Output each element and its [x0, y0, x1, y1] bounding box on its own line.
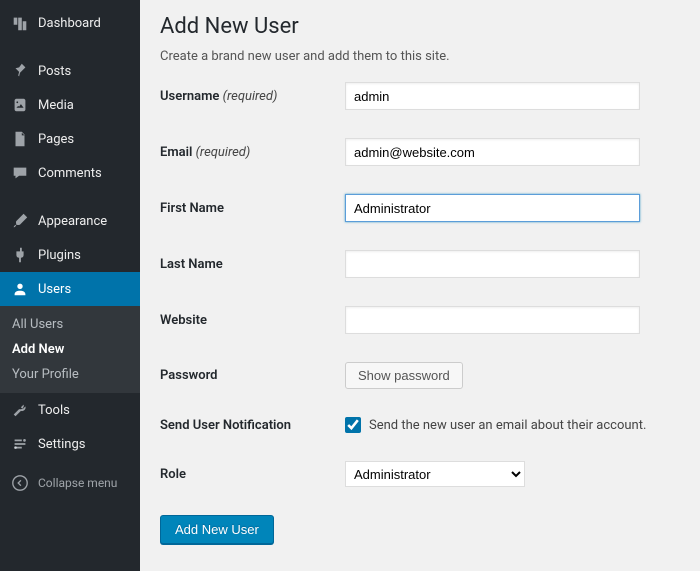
page-icon [10, 129, 30, 149]
firstname-input[interactable] [345, 194, 640, 222]
submenu-all-users[interactable]: All Users [0, 312, 140, 337]
collapse-menu[interactable]: Collapse menu [0, 465, 140, 501]
row-role: Role Administrator [160, 461, 680, 487]
notification-text: Send the new user an email about their a… [369, 418, 646, 433]
dashboard-icon [10, 13, 30, 33]
role-select[interactable]: Administrator [345, 461, 525, 487]
notification-checkbox[interactable] [345, 417, 361, 433]
sidebar-label: Settings [38, 437, 85, 452]
sidebar-item-settings[interactable]: Settings [0, 427, 140, 461]
collapse-icon [10, 473, 30, 493]
current-arrow-icon [140, 281, 148, 297]
row-password: Password Show password [160, 362, 680, 389]
page-description: Create a brand new user and add them to … [160, 49, 680, 64]
label-website: Website [160, 313, 345, 328]
sidebar-item-dashboard[interactable]: Dashboard [0, 6, 140, 40]
lastname-input[interactable] [345, 250, 640, 278]
website-input[interactable] [345, 306, 640, 334]
label-notification: Send User Notification [160, 418, 345, 433]
submenu-your-profile[interactable]: Your Profile [0, 362, 140, 387]
sidebar-item-tools[interactable]: Tools [0, 393, 140, 427]
label-lastname: Last Name [160, 257, 345, 272]
pin-icon [10, 61, 30, 81]
admin-sidebar: Dashboard Posts Media Pages Comments App… [0, 0, 140, 571]
sidebar-item-appearance[interactable]: Appearance [0, 204, 140, 238]
plugin-icon [10, 245, 30, 265]
label-password: Password [160, 368, 345, 383]
page-title: Add New User [160, 14, 680, 39]
add-new-user-button[interactable]: Add New User [160, 515, 274, 544]
sidebar-item-users[interactable]: Users [0, 272, 140, 306]
sidebar-item-plugins[interactable]: Plugins [0, 238, 140, 272]
submenu-add-new[interactable]: Add New [0, 337, 140, 362]
label-firstname: First Name [160, 201, 345, 216]
sidebar-label: Plugins [38, 248, 81, 263]
sidebar-item-comments[interactable]: Comments [0, 156, 140, 190]
row-notification: Send User Notification Send the new user… [160, 417, 680, 433]
show-password-button[interactable]: Show password [345, 362, 463, 389]
users-icon [10, 279, 30, 299]
sidebar-item-media[interactable]: Media [0, 88, 140, 122]
label-username: Username (required) [160, 89, 345, 104]
username-input[interactable] [345, 82, 640, 110]
sidebar-item-pages[interactable]: Pages [0, 122, 140, 156]
comments-icon [10, 163, 30, 183]
sidebar-label: Tools [38, 403, 70, 418]
sidebar-label: Media [38, 98, 74, 113]
users-submenu: All Users Add New Your Profile [0, 306, 140, 393]
label-role: Role [160, 467, 345, 482]
sidebar-label: Comments [38, 166, 102, 181]
label-email: Email (required) [160, 145, 345, 160]
sidebar-label: Pages [38, 132, 74, 147]
sidebar-label: Appearance [38, 214, 107, 229]
brush-icon [10, 211, 30, 231]
collapse-label: Collapse menu [38, 476, 117, 490]
main-content: Add New User Create a brand new user and… [140, 0, 700, 571]
tools-icon [10, 400, 30, 420]
settings-icon [10, 434, 30, 454]
media-icon [10, 95, 30, 115]
sidebar-label: Dashboard [38, 16, 101, 31]
row-username: Username (required) [160, 82, 680, 110]
sidebar-item-posts[interactable]: Posts [0, 54, 140, 88]
sidebar-label: Users [38, 282, 71, 297]
email-input[interactable] [345, 138, 640, 166]
row-website: Website [160, 306, 680, 334]
sidebar-label: Posts [38, 64, 71, 79]
row-lastname: Last Name [160, 250, 680, 278]
row-email: Email (required) [160, 138, 680, 166]
row-firstname: First Name [160, 194, 680, 222]
